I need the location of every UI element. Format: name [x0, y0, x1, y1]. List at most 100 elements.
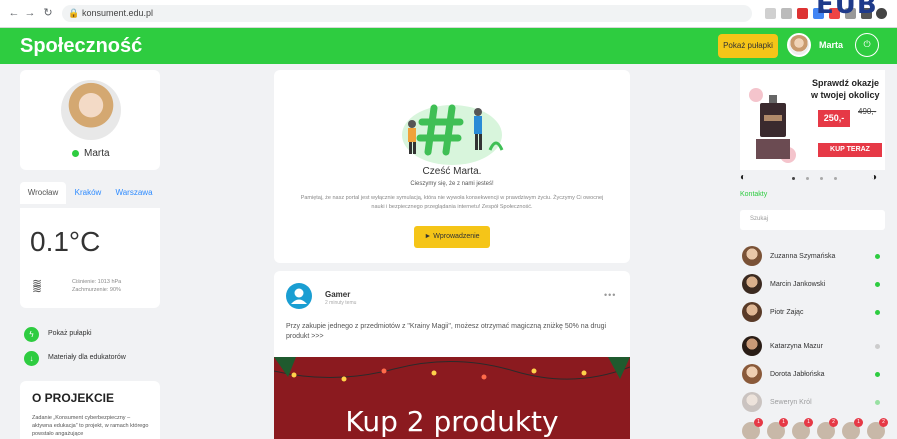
buy-now-button[interactable]: KUP TERAZ — [818, 143, 882, 157]
avatar — [742, 364, 762, 384]
welcome-subtitle: Cieszymy się, że z nami jesteś! — [410, 181, 494, 187]
browser-toolbar: ← → ↻ 🔒 konsument.edu.pl EUB — [0, 0, 897, 28]
user-icon — [291, 288, 307, 304]
menu-item-label: Materiały dla edukatorów — [48, 354, 126, 361]
menu-item-educator-materials[interactable]: ↓ Materiały dla edukatorów — [20, 348, 160, 370]
weather-card: 0.1°C ≋ ≋ Ciśnienie: 1013 hPa Zachmurzeni… — [20, 208, 160, 308]
notification-badge: 1 — [754, 418, 763, 427]
weather-city-tabs: Wrocław Kraków Warszawa — [20, 182, 160, 204]
wind-icon: ≋ ≋ — [32, 276, 43, 296]
back-icon[interactable]: ← — [8, 7, 20, 19]
download-icon: ↓ — [24, 351, 39, 366]
avatar — [742, 302, 762, 322]
contact-item[interactable]: Piotr Zając — [740, 302, 885, 326]
notification-badge: 1 — [804, 418, 813, 427]
notification-avatars: 1 1 1 2 1 2 — [740, 418, 890, 439]
bookmark-icon[interactable] — [781, 8, 792, 19]
carousel-dot[interactable] — [792, 177, 795, 180]
welcome-title: Cześć Marta. — [422, 166, 482, 177]
online-status-dot — [72, 150, 79, 157]
post-card: Gamer 2 minuty temu ••• Przy zakupie jed… — [274, 271, 630, 439]
more-options-icon[interactable]: ••• — [604, 290, 616, 300]
contact-name: Katarzyna Mazur — [770, 343, 823, 350]
carousel-dot[interactable] — [820, 177, 823, 180]
contacts-search-input[interactable]: Szukaj — [740, 210, 885, 230]
contact-item[interactable]: Katarzyna Mazur — [740, 336, 885, 360]
lightning-icon: ϟ — [24, 327, 39, 342]
forward-icon[interactable]: → — [24, 7, 36, 19]
post-text: Przy zakupie jednego z przedmiotów z "Kr… — [286, 323, 607, 340]
ad-price: 250,- — [818, 110, 850, 127]
ad-headline-line1: Sprawdź okazje — [812, 78, 880, 88]
post-image[interactable]: Kup 2 produkty — [274, 357, 630, 439]
carousel-prev-icon[interactable]: ◐ — [740, 172, 746, 183]
contact-item[interactable]: Seweryn Król — [740, 392, 885, 416]
online-status-dot — [875, 310, 880, 315]
cloudiness-value: Zachmurzenie: 90% — [72, 287, 121, 293]
contact-item[interactable]: Zuzanna Szymańska — [740, 246, 885, 270]
header-user-name[interactable]: Marta — [819, 40, 843, 50]
ad-carousel-controls: ◐ ◑ — [740, 172, 885, 184]
online-status-dot — [875, 400, 880, 405]
intro-button[interactable]: ► Wprowadzenie — [414, 226, 490, 248]
brand-logo[interactable]: Społeczność — [20, 35, 142, 58]
author-avatar[interactable] — [286, 283, 312, 309]
profile-name: Marta — [84, 148, 110, 159]
extension-icon[interactable] — [797, 8, 808, 19]
profile-card: Marta — [20, 70, 160, 170]
eu-logo-overlay: EUB — [816, 0, 878, 20]
welcome-card: Cześć Marta. Cieszymy się, że z nami jes… — [274, 70, 630, 263]
url-text: konsument.edu.pl — [82, 8, 154, 18]
offline-status-dot — [875, 344, 880, 349]
menu-item-label: Pokaż pułapki — [48, 330, 92, 337]
temperature: 0.1°C — [30, 226, 101, 257]
notification-badge: 2 — [829, 418, 838, 427]
online-status-dot — [875, 372, 880, 377]
post-image-title: Kup 2 produkty — [345, 405, 559, 438]
ad-headline-line2: w twojej okolicy — [811, 90, 880, 100]
reload-icon[interactable]: ↻ — [42, 7, 54, 19]
contact-name: Seweryn Król — [770, 399, 812, 406]
address-bar[interactable]: 🔒 konsument.edu.pl — [62, 5, 752, 22]
avatar — [742, 392, 762, 412]
carousel-dot[interactable] — [834, 177, 837, 180]
about-title: O PROJEKCIE — [32, 391, 115, 405]
contact-item[interactable]: Dorota Jabłońska — [740, 364, 885, 388]
search-placeholder: Szukaj — [750, 216, 769, 222]
show-traps-button[interactable]: Pokaż pułapki — [718, 34, 778, 58]
menu-item-show-traps[interactable]: ϟ Pokaż pułapki — [20, 324, 160, 346]
contact-item[interactable]: Marcin Jankowski — [740, 274, 885, 298]
tab-wroclaw[interactable]: Wrocław — [20, 182, 66, 204]
post-time: 2 minuty temu — [325, 300, 357, 306]
welcome-note: Pamiętaj, że nasz portal jest wyłącznie … — [300, 195, 604, 210]
notification-badge: 2 — [879, 418, 888, 427]
ad-old-price: 490,- — [858, 107, 877, 116]
online-status-dot — [875, 254, 880, 259]
notification-badge: 1 — [854, 418, 863, 427]
lock-icon: 🔒 — [68, 8, 80, 18]
online-status-dot — [875, 282, 880, 287]
tab-warszawa[interactable]: Warszawa — [110, 182, 158, 204]
weather-details: Ciśnienie: 1013 hPa Zachmurzenie: 90% — [72, 278, 121, 294]
about-project-card: O PROJEKCIE Zadanie „Konsument cyberbezp… — [20, 381, 160, 439]
contact-name: Piotr Zając — [770, 309, 804, 316]
power-icon[interactable]: ⏻ — [855, 33, 879, 57]
contacts-title: Kontakty — [740, 191, 768, 198]
ad-banner[interactable]: Sprawdź okazje w twojej okolicy 490,- 25… — [740, 70, 885, 170]
avatar — [742, 274, 762, 294]
avatar — [742, 336, 762, 356]
carousel-dot[interactable] — [806, 177, 809, 180]
profile-photo[interactable] — [61, 80, 121, 140]
carousel-next-icon[interactable]: ◑ — [871, 172, 877, 183]
perfume-bottle-image — [749, 88, 796, 163]
post-author[interactable]: Gamer — [325, 290, 350, 299]
app-header: Społeczność Pokaż pułapki Marta ⏻ — [0, 28, 897, 64]
contact-name: Marcin Jankowski — [770, 281, 826, 288]
extension-icon[interactable] — [765, 8, 776, 19]
pressure-value: Ciśnienie: 1013 hPa — [72, 279, 122, 285]
notification-badge: 1 — [779, 418, 788, 427]
tab-krakow[interactable]: Kraków — [68, 182, 108, 204]
contact-name: Zuzanna Szymańska — [770, 253, 836, 260]
header-avatar[interactable] — [787, 33, 811, 57]
contact-name: Dorota Jabłońska — [770, 371, 825, 378]
